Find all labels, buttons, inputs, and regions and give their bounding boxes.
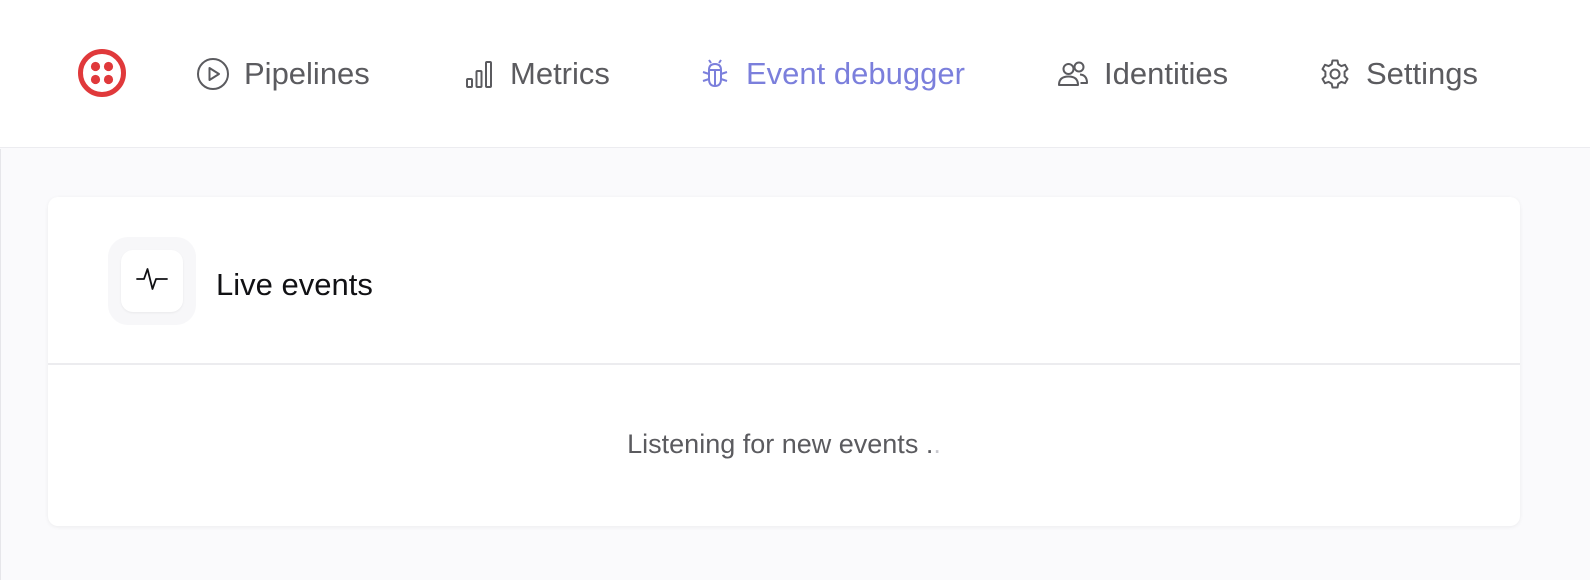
status-loading-dot: . [933, 429, 941, 459]
nav-item-pipelines[interactable]: Pipelines [196, 52, 370, 96]
nav-item-label: Identities [1104, 56, 1229, 91]
nav-item-label: Pipelines [244, 56, 370, 91]
nav-item-event-debugger[interactable]: Event debugger [698, 52, 965, 96]
status-text: Listening for new events . [627, 429, 934, 459]
card-header: Live events [48, 197, 1520, 365]
card-title: Live events [216, 267, 373, 302]
nav-item-label: Settings [1366, 56, 1479, 91]
nav-item-settings[interactable]: Settings [1318, 52, 1478, 96]
listening-status: Listening for new events .. [48, 429, 1520, 460]
gear-icon [1318, 57, 1352, 91]
bar-chart-icon [462, 57, 496, 91]
nav-item-metrics[interactable]: Metrics [462, 52, 610, 96]
card-icon-container [108, 237, 196, 325]
nav-item-identities[interactable]: Identities [1056, 52, 1228, 96]
play-circle-icon [196, 57, 230, 91]
activity-icon [135, 262, 169, 301]
logo-icon[interactable] [78, 49, 126, 97]
top-navigation-bar: Pipelines Metrics Event debugger Identit… [0, 0, 1590, 148]
content-left-border [0, 149, 1, 580]
card-icon-tile [121, 250, 183, 312]
bug-icon [698, 57, 732, 91]
nav-item-label: Event debugger [746, 56, 965, 91]
nav-item-label: Metrics [510, 56, 610, 91]
live-events-card: Live events Listening for new events .. [48, 197, 1520, 526]
users-icon [1056, 57, 1090, 91]
